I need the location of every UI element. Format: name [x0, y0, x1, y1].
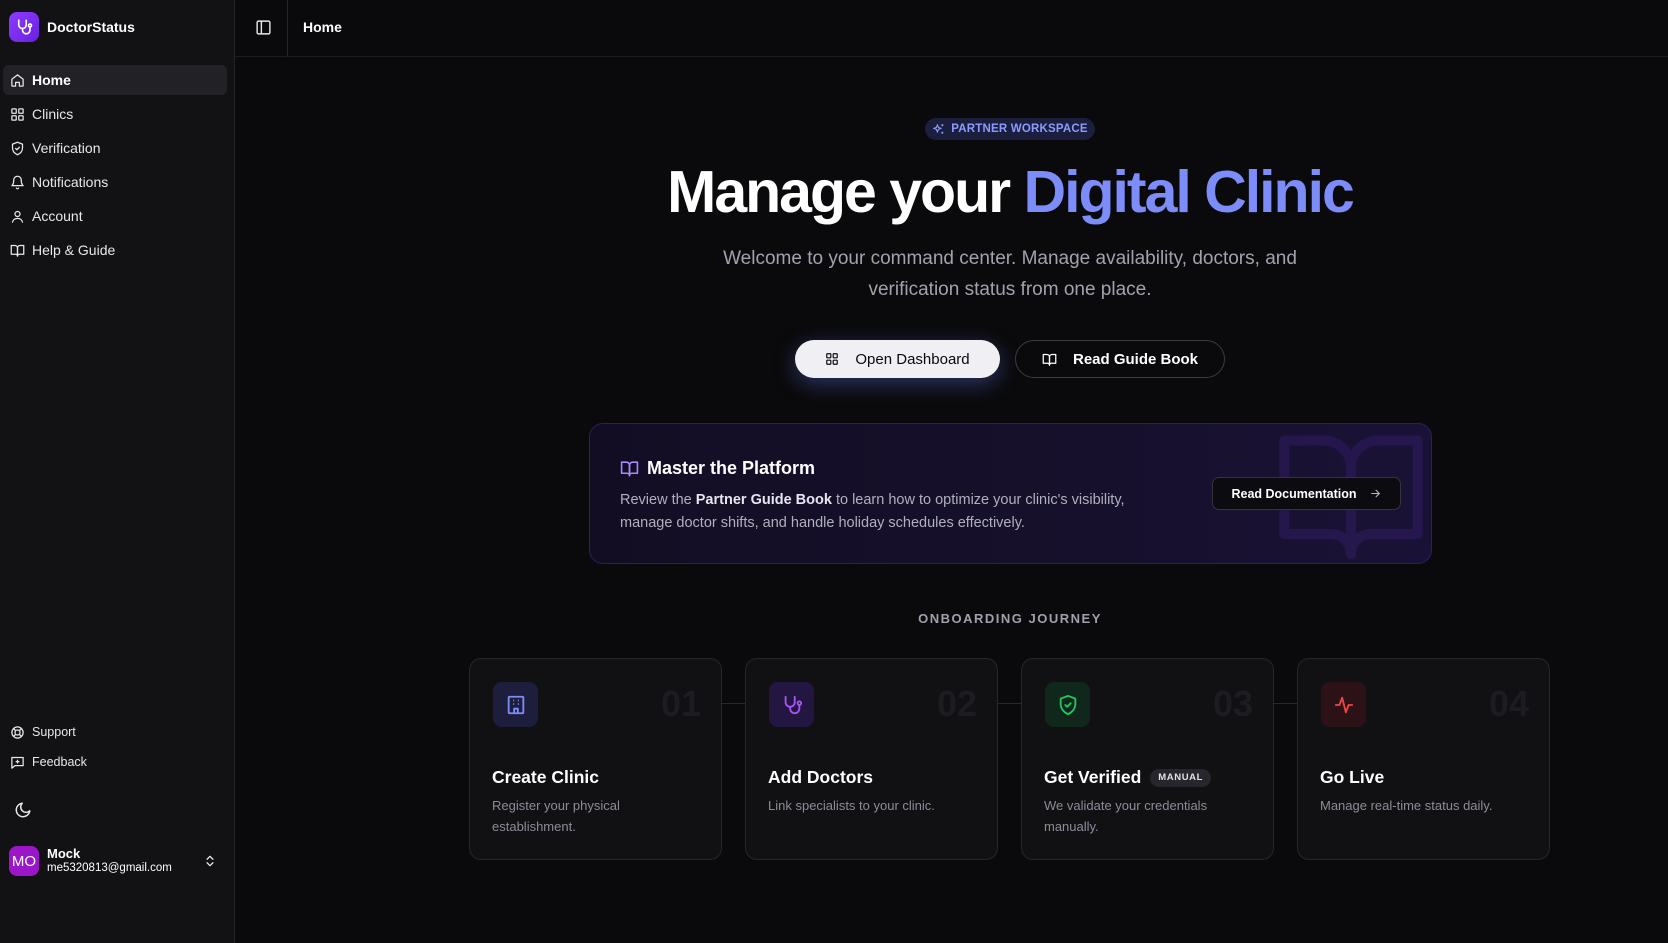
master-platform-card: Master the Platform Review the Partner G… — [589, 423, 1432, 564]
page-title: Home — [303, 19, 342, 35]
sidebar-toggle-button[interactable] — [255, 19, 272, 36]
moon-icon — [15, 802, 31, 818]
step-description: Link specialists to your clinic. — [768, 798, 935, 813]
user-info: Mock me5320813@gmail.com — [47, 846, 172, 875]
sidebar-item-feedback[interactable]: Feedback — [3, 749, 227, 775]
activity-icon — [1334, 696, 1353, 713]
step-title: Create Clinic — [492, 767, 599, 788]
onboarding-journey-label: ONBOARDING JOURNEY — [918, 611, 1102, 626]
theme-toggle-button[interactable] — [14, 801, 32, 819]
stethoscope-logo-icon — [9, 12, 39, 42]
step-description: Manage real-time status daily. — [1320, 798, 1493, 813]
partner-workspace-badge: PARTNER WORKSPACE — [925, 118, 1095, 140]
manual-badge: MANUAL — [1150, 768, 1212, 787]
master-card-description: Review the Partner Guide Book to learn h… — [620, 489, 1180, 535]
sidebar-footer-links: Support Feedback — [3, 719, 227, 779]
step-description: We validate your credentials manually. — [1044, 798, 1208, 834]
topbar: Home — [235, 0, 1668, 57]
step-title-text: Create Clinic — [492, 767, 599, 787]
sidebar-item-home[interactable]: Home — [3, 65, 227, 95]
sidebar-item-clinics[interactable]: Clinics — [3, 99, 227, 129]
step-number: 01 — [660, 683, 701, 724]
panel-left-icon — [256, 20, 271, 35]
hero-subtitle: Welcome to your command center. Manage a… — [723, 248, 1297, 300]
step-go-live[interactable]: 04 Go Live Manage real-time status daily… — [1297, 658, 1550, 860]
hero-title-accent: Digital Clinic — [1023, 159, 1354, 225]
hero-title-plain: Manage your — [667, 159, 1024, 225]
topbar-divider — [287, 0, 288, 57]
button-label: Read Documentation — [1231, 486, 1357, 501]
hero-title: Manage your Digital Clinic — [0, 158, 1668, 226]
step-add-doctors[interactable]: 02 Add Doctors Link specialists to your … — [745, 658, 998, 860]
step-title: Go Live — [1320, 767, 1384, 788]
sidebar-item-label: Verification — [32, 140, 101, 156]
step-title: Add Doctors — [768, 767, 873, 788]
step-icon-box — [769, 682, 814, 727]
sidebar-item-label: Feedback — [32, 755, 87, 769]
step-number: 04 — [1488, 683, 1529, 724]
shield-check-icon — [1059, 694, 1076, 715]
open-dashboard-button[interactable]: Open Dashboard — [795, 340, 1000, 378]
chevrons-up-down-icon — [206, 855, 214, 867]
read-guide-book-button[interactable]: Read Guide Book — [1015, 340, 1225, 378]
grid-icon — [826, 353, 839, 365]
button-label: Read Guide Book — [1072, 350, 1199, 368]
sidebar-item-support[interactable]: Support — [3, 719, 227, 745]
stethoscope-icon — [784, 695, 802, 714]
sidebar: DoctorStatus Home Clinics Verification N… — [0, 0, 235, 943]
step-icon-box — [1321, 682, 1366, 727]
book-open-icon — [620, 461, 639, 477]
sidebar-item-label: Help & Guide — [32, 242, 116, 258]
step-number: 02 — [936, 683, 977, 724]
message-plus-icon — [11, 756, 24, 769]
step-title: Get Verified MANUAL — [1044, 767, 1212, 788]
sidebar-item-label: Clinics — [32, 106, 74, 122]
user-name: Mock — [47, 846, 81, 862]
step-number: 03 — [1212, 683, 1253, 724]
master-card-title-text: Master the Platform — [647, 458, 816, 478]
badge-label: PARTNER WORKSPACE — [951, 123, 1088, 135]
sidebar-item-label: Support — [32, 725, 76, 739]
avatar: MO — [9, 846, 39, 876]
step-get-verified[interactable]: 03 Get Verified MANUAL We validate your c… — [1021, 658, 1274, 860]
sidebar-item-label: Home — [32, 72, 71, 88]
partner-guide-book-text: Partner Guide Book — [695, 492, 832, 508]
app-name: DoctorStatus — [47, 19, 135, 35]
brand[interactable]: DoctorStatus — [9, 12, 135, 42]
book-open-icon — [1042, 353, 1057, 366]
step-title-text: Go Live — [1320, 767, 1385, 787]
button-label: Open Dashboard — [855, 350, 970, 368]
step-create-clinic[interactable]: 01 Create Clinic Register your physical … — [469, 658, 722, 860]
user-email: me5320813@gmail.com — [47, 861, 172, 874]
grid-icon — [11, 107, 24, 121]
step-icon-box — [493, 682, 538, 727]
master-card-title: Master the Platform — [620, 458, 815, 479]
step-icon-box — [1045, 682, 1090, 727]
sparkles-icon — [933, 123, 944, 134]
master-text-start: Review the — [620, 492, 696, 508]
building-icon — [507, 695, 524, 714]
read-documentation-button[interactable]: Read Documentation — [1212, 477, 1401, 510]
shield-check-icon — [11, 141, 24, 155]
book-open-icon — [10, 244, 25, 257]
sidebar-item-help-guide[interactable]: Help & Guide — [3, 235, 227, 265]
lifebuoy-icon — [11, 725, 24, 739]
user-menu[interactable]: MO Mock me5320813@gmail.com — [9, 843, 225, 879]
step-title-text: Add Doctors — [768, 767, 873, 787]
step-title-text: Get Verified — [1044, 767, 1142, 787]
home-icon — [11, 73, 24, 87]
arrow-right-icon — [1370, 489, 1380, 498]
step-description: Register your physical establishment. — [492, 798, 620, 834]
